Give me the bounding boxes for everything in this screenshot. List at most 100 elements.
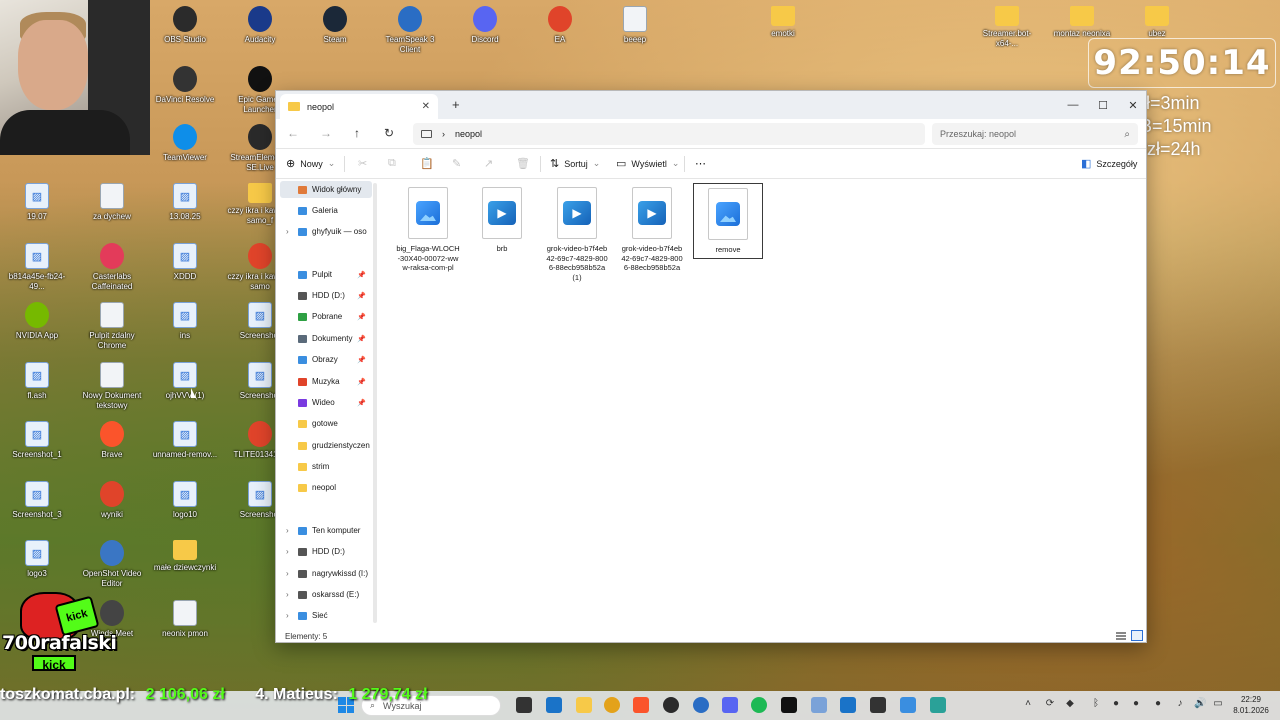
- nav-item[interactable]: strim: [280, 458, 372, 475]
- nav-item[interactable]: Obrazy 📌: [280, 351, 372, 368]
- desktop-icon[interactable]: EA: [525, 6, 595, 45]
- tray-app-icon[interactable]: ●: [1130, 698, 1142, 710]
- up-arrow-icon[interactable]: ↑: [348, 126, 366, 140]
- cut-icon[interactable]: ✂: [358, 157, 367, 170]
- chevron-right-icon[interactable]: ›: [286, 227, 289, 236]
- close-tab-icon[interactable]: ✕: [422, 101, 430, 112]
- nav-item[interactable]: Wideo 📌: [280, 394, 372, 411]
- breadcrumb[interactable]: neopol: [455, 129, 482, 139]
- desktop-icon[interactable]: NVIDIA App: [2, 302, 72, 341]
- desktop-icon[interactable]: beeep: [600, 6, 670, 45]
- paste-icon[interactable]: 📋: [420, 157, 434, 170]
- nav-item[interactable]: Pulpit 📌: [280, 266, 372, 283]
- desktop-icon[interactable]: emotki: [748, 6, 818, 39]
- streamer-bot-icon[interactable]: [781, 697, 797, 713]
- file-item[interactable]: ▶ grok-video-b7f4eb42-69c7-4829-8006-88ec…: [617, 183, 687, 273]
- desktop-icon[interactable]: ▨ 19.07: [2, 183, 72, 222]
- nav-item[interactable]: Galeria: [280, 202, 372, 219]
- chevron-right-icon[interactable]: ›: [286, 569, 289, 578]
- file-item[interactable]: ▶ grok-video-b7f4eb42-69c7-4829-8006-88ec…: [542, 183, 612, 282]
- delete-icon[interactable]: 🗑: [516, 157, 530, 170]
- new-tab-button[interactable]: +: [452, 97, 460, 112]
- sort-button[interactable]: ⇅ Sortuj ⌄: [550, 157, 600, 170]
- minimize-button[interactable]: —: [1058, 91, 1088, 119]
- desktop-icon[interactable]: TeamViewer: [150, 124, 220, 163]
- tray-icon[interactable]: ◆: [1064, 698, 1076, 710]
- file-item[interactable]: ▶ brb: [467, 183, 537, 254]
- chevron-right-icon[interactable]: ›: [286, 611, 289, 620]
- teamspeak-icon[interactable]: [693, 697, 709, 713]
- desktop-icon[interactable]: ▨ b814a45e-fb24-49...: [2, 243, 72, 292]
- chevron-right-icon[interactable]: ›: [286, 526, 289, 535]
- view-button[interactable]: ▭ Wyświetl ⌄: [616, 157, 679, 170]
- desktop-icon[interactable]: wyniki: [77, 481, 147, 520]
- brave-icon[interactable]: [633, 697, 649, 713]
- desktop-icon[interactable]: ▨ 13.08.25: [150, 183, 220, 222]
- nav-item[interactable]: › Sieć: [280, 607, 372, 624]
- nav-item[interactable]: Dokumenty 📌: [280, 330, 372, 347]
- sync-icon[interactable]: ⟳: [1044, 698, 1056, 710]
- store-icon[interactable]: [546, 697, 562, 713]
- nav-item[interactable]: Widok główny: [280, 181, 372, 198]
- spotify-icon[interactable]: [751, 697, 767, 713]
- chrome-icon[interactable]: [604, 697, 620, 713]
- file-item[interactable]: big_Flaga-WLOCH-30X40-00072-www-raksa-co…: [393, 183, 463, 273]
- desktop-icon[interactable]: ▨ ojhVVV (1): [150, 362, 220, 401]
- microphone-icon[interactable]: ♪: [1174, 698, 1186, 710]
- nav-item[interactable]: › ghyfyuik — oso: [280, 223, 372, 240]
- desktop-icon[interactable]: Streamer.bot-x64-...: [972, 6, 1042, 49]
- back-arrow-icon[interactable]: ←: [284, 126, 302, 140]
- desktop-icon[interactable]: Casterlabs Caffeinated: [77, 243, 147, 292]
- chevron-right-icon[interactable]: ›: [286, 547, 289, 556]
- details-button[interactable]: ◧ Szczegóły: [1081, 157, 1137, 170]
- tray-app-icon[interactable]: ●: [1152, 698, 1164, 710]
- tray-app-icon[interactable]: ●: [1110, 698, 1122, 710]
- obs-icon[interactable]: [663, 697, 679, 713]
- desktop-icon[interactable]: Discord: [450, 6, 520, 45]
- desktop-icon[interactable]: Audacity: [225, 6, 295, 45]
- tiles-view-icon[interactable]: [1131, 630, 1143, 641]
- nav-scrollbar[interactable]: [373, 183, 377, 623]
- app-icon[interactable]: [930, 697, 946, 713]
- desktop-icon[interactable]: ▨ fl.ash: [2, 362, 72, 401]
- details-view-icon[interactable]: [1115, 630, 1127, 641]
- file-explorer-icon[interactable]: [576, 697, 592, 713]
- more-options-icon[interactable]: ⋯: [695, 157, 706, 170]
- nav-item[interactable]: HDD (D:) 📌: [280, 287, 372, 304]
- desktop-icon[interactable]: za dychew: [77, 183, 147, 222]
- nav-item[interactable]: › oskarssd (E:): [280, 586, 372, 603]
- battery-icon[interactable]: ▭: [1212, 698, 1224, 710]
- desktop-icon[interactable]: Nowy Dokument tekstowy: [77, 362, 147, 411]
- clock[interactable]: 22:29 8.01.2026: [1227, 694, 1275, 716]
- nav-item[interactable]: Muzyka 📌: [280, 373, 372, 390]
- excel-icon[interactable]: [840, 697, 856, 713]
- desktop-icon[interactable]: ubez: [1122, 6, 1192, 39]
- desktop-icon[interactable]: ▨ ins: [150, 302, 220, 341]
- desktop-icon[interactable]: Pulpit zdalny Chrome: [77, 302, 147, 351]
- desktop-icon[interactable]: ▨ logo10: [150, 481, 220, 520]
- desktop-icon[interactable]: małe dziewczynki: [150, 540, 220, 573]
- share-icon[interactable]: ↗: [484, 157, 493, 170]
- forward-arrow-icon[interactable]: →: [317, 126, 335, 140]
- nav-item[interactable]: grudzienstyczen: [280, 437, 372, 454]
- desktop-icon[interactable]: ▨ Screenshot_3: [2, 481, 72, 520]
- desktop-icon[interactable]: OpenShot Video Editor: [77, 540, 147, 589]
- address-bar[interactable]: › neopol: [413, 123, 925, 145]
- refresh-icon[interactable]: ↻: [380, 126, 398, 140]
- nav-item[interactable]: gotowe: [280, 415, 372, 432]
- desktop-icon[interactable]: ▨ Screenshot_1: [2, 421, 72, 460]
- davinci-icon[interactable]: [870, 697, 886, 713]
- nav-item[interactable]: neopol: [280, 479, 372, 496]
- paint-icon[interactable]: [900, 697, 916, 713]
- nav-item[interactable]: › nagrywkissd (I:): [280, 565, 372, 582]
- calculator-icon[interactable]: [811, 697, 827, 713]
- copy-icon[interactable]: ⧉: [388, 157, 396, 170]
- close-window-button[interactable]: ✕: [1118, 91, 1148, 119]
- desktop-icon[interactable]: ▨ logo3: [2, 540, 72, 579]
- task-view-icon[interactable]: [516, 697, 532, 713]
- desktop-icon[interactable]: ▨ unnamed-remov...: [150, 421, 220, 460]
- desktop-icon[interactable]: DaVinci Resolve: [150, 66, 220, 105]
- desktop-icon[interactable]: Brave: [77, 421, 147, 460]
- desktop-icon[interactable]: Steam: [300, 6, 370, 45]
- chevron-right-icon[interactable]: ›: [286, 590, 289, 599]
